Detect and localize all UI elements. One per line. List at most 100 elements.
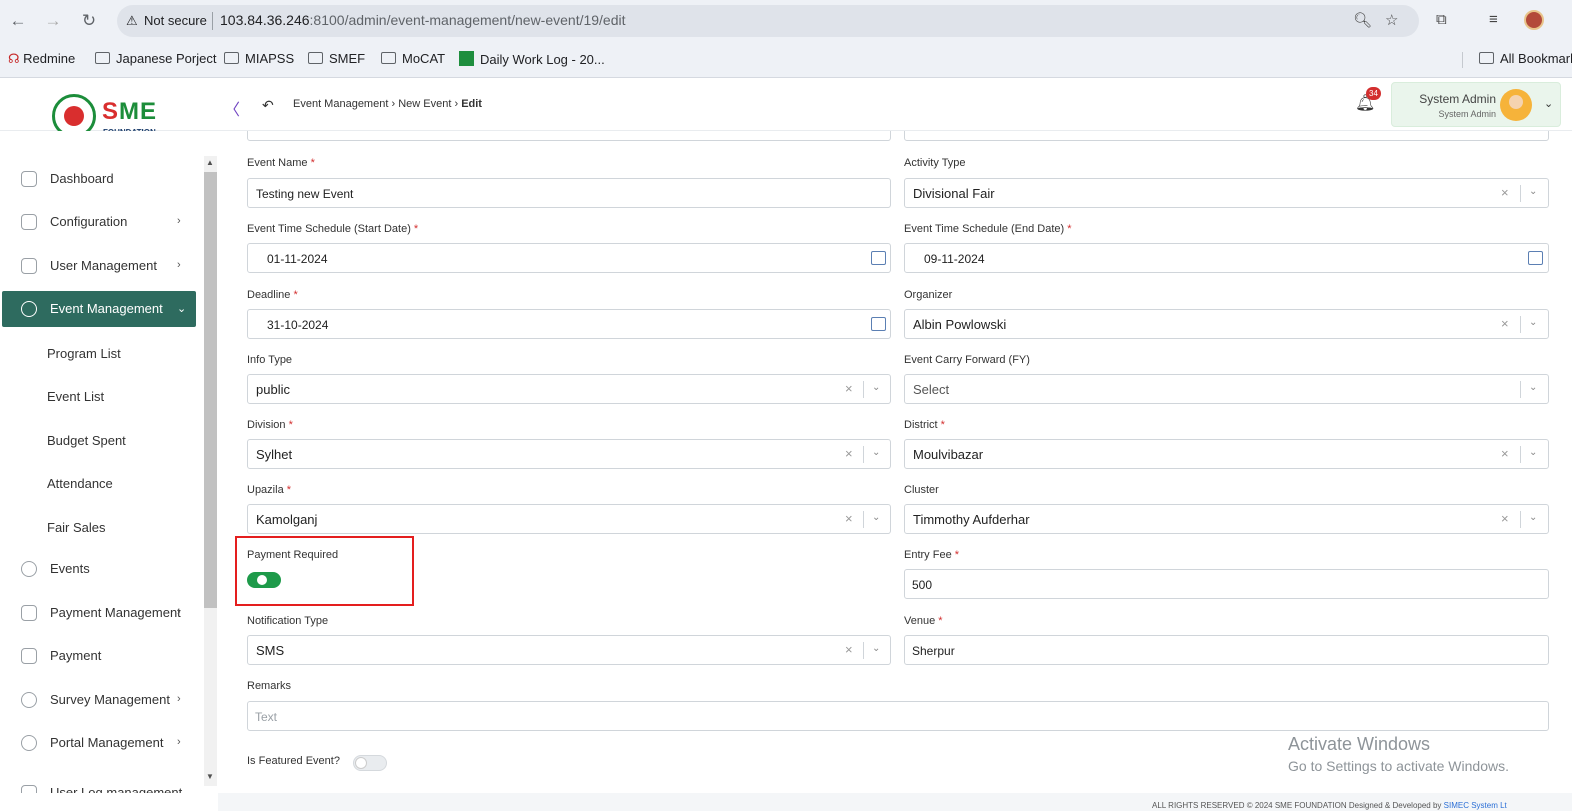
remarks-textarea[interactable]: Text	[247, 701, 1549, 731]
back-arrow-icon[interactable]: ←	[8, 11, 28, 31]
activity-type-select[interactable]: Divisional Fair × ⌄	[904, 178, 1549, 208]
breadcrumb-edit: Edit	[461, 98, 482, 110]
clear-icon[interactable]: ×	[845, 381, 853, 396]
chevron-down-icon: ⌄	[1529, 512, 1538, 523]
chevron-down-icon: ⌄	[177, 303, 187, 315]
user-avatar	[1500, 89, 1532, 121]
clear-icon[interactable]: ×	[845, 446, 853, 461]
notification-type-label: Notification Type	[247, 615, 329, 627]
pie-chart-icon	[21, 692, 37, 708]
footer-developer-link[interactable]: SIMEC System Lt	[1444, 801, 1507, 810]
payment-icon	[21, 605, 37, 621]
not-secure-label: Not secure	[144, 13, 207, 28]
sidebar-item-configuration[interactable]: Configuration ›	[2, 204, 196, 240]
sidebar-item-dashboard[interactable]: Dashboard	[2, 161, 196, 197]
bookmark-japanese-porject[interactable]: Japanese Porject	[95, 51, 216, 66]
venue-input[interactable]: Sherpur	[904, 635, 1549, 665]
folder-icon	[308, 52, 323, 64]
event-name-input[interactable]: Testing new Event	[247, 178, 891, 208]
start-date-input[interactable]: 01-11-2024	[247, 243, 891, 273]
sidebar: Dashboard Configuration › User Management…	[0, 131, 218, 811]
bookmark-redmine[interactable]: ☊ Redmine	[8, 51, 75, 67]
address-bar[interactable]: ⚠ Not secure 103.84.36.246:8100/admin/ev…	[117, 5, 1419, 37]
bookmark-all[interactable]: All Bookmarks	[1479, 51, 1572, 66]
calendar-icon[interactable]	[871, 317, 886, 331]
end-date-input[interactable]: 09-11-2024	[904, 243, 1549, 273]
deadline-input[interactable]: 31-10-2024	[247, 309, 891, 339]
sidebar-sub-budget-spent[interactable]: Budget Spent	[47, 433, 126, 448]
end-date-label: Event Time Schedule (End Date) *	[904, 223, 1072, 235]
clear-icon[interactable]: ×	[845, 642, 853, 657]
clear-icon[interactable]: ×	[1501, 446, 1509, 461]
clear-icon[interactable]: ×	[845, 511, 853, 526]
sidebar-sub-attendance[interactable]: Attendance	[47, 476, 113, 491]
deadline-label: Deadline *	[247, 289, 298, 301]
calendar-icon[interactable]	[1528, 251, 1543, 265]
scroll-up-icon: ▲	[206, 158, 214, 167]
configuration-icon	[21, 214, 37, 230]
sme-logo[interactable]: SME	[102, 98, 157, 126]
clear-icon[interactable]: ×	[1501, 316, 1509, 331]
partial-select-top-left[interactable]	[247, 131, 891, 141]
bookmark-miapss[interactable]: MIAPSS	[224, 51, 294, 66]
is-featured-toggle[interactable]	[353, 755, 387, 771]
chevron-right-icon: ›	[177, 606, 181, 618]
start-date-label: Event Time Schedule (Start Date) *	[247, 223, 419, 235]
folder-icon	[224, 52, 239, 64]
clear-icon[interactable]: ×	[1501, 511, 1509, 526]
user-menu[interactable]: System Admin System Admin ⌄	[1391, 82, 1561, 127]
sidebar-item-event-management[interactable]: Event Management ⌄	[2, 291, 196, 327]
warning-icon: ⚠	[126, 13, 138, 28]
sidebar-item-survey-management[interactable]: Survey Management ›	[2, 682, 196, 718]
sidebar-sub-program-list[interactable]: Program List	[47, 346, 121, 361]
scrollbar-thumb[interactable]	[204, 172, 217, 608]
undo-back-icon[interactable]: ↶	[262, 97, 274, 114]
sidebar-item-user-management[interactable]: User Management ›	[2, 248, 196, 284]
sidebar-item-payment-management[interactable]: Payment Management ›	[2, 595, 196, 631]
extensions-icon[interactable]: ⧉	[1436, 11, 1447, 28]
sidebar-collapse-icon[interactable]: 〈	[224, 96, 240, 120]
reload-icon[interactable]: ↻	[79, 11, 99, 31]
chevron-down-icon: ⌄	[1529, 382, 1538, 393]
payment-required-label: Payment Required	[247, 549, 339, 561]
omnibox-divider	[212, 12, 213, 30]
district-select[interactable]: Moulvibazar × ⌄	[904, 439, 1549, 469]
payment-required-toggle[interactable]	[247, 572, 281, 588]
sidebar-item-events[interactable]: Events	[2, 551, 196, 587]
portal-icon	[21, 735, 37, 751]
upazila-select[interactable]: Kamolganj × ⌄	[247, 504, 891, 534]
carry-forward-select[interactable]: Select ⌄	[904, 374, 1549, 404]
profile-avatar-icon[interactable]	[1524, 10, 1544, 30]
clear-icon[interactable]: ×	[1501, 185, 1509, 200]
sidebar-item-portal-management[interactable]: Portal Management ›	[2, 725, 196, 761]
bookmark-mocat[interactable]: MoCAT	[381, 51, 445, 66]
chevron-down-icon[interactable]: ⌄	[1544, 97, 1553, 110]
entry-fee-input[interactable]: 500	[904, 569, 1549, 599]
breadcrumb-event-management[interactable]: Event Management	[293, 98, 388, 110]
forward-arrow-icon[interactable]: →	[43, 11, 63, 31]
sidebar-sub-fair-sales[interactable]: Fair Sales	[47, 520, 106, 535]
breadcrumb-new-event[interactable]: New Event	[398, 98, 451, 110]
chevron-down-icon: ⌄	[1529, 317, 1538, 328]
browser-toolbar: ← → ↻ ⚠ Not secure 103.84.36.246:8100/ad…	[0, 0, 1572, 42]
sidebar-item-payment[interactable]: Payment	[2, 638, 196, 674]
bookmark-daily-work-log[interactable]: Daily Work Log - 20...	[459, 51, 605, 67]
partial-select-top-right[interactable]	[904, 131, 1549, 141]
media-icon[interactable]: ≡	[1489, 11, 1498, 28]
url-text[interactable]: 103.84.36.246:8100/admin/event-managemen…	[220, 12, 626, 28]
activity-type-label: Activity Type	[904, 157, 966, 169]
cluster-label: Cluster	[904, 484, 939, 496]
star-icon[interactable]: ☆	[1385, 11, 1398, 29]
notification-type-select[interactable]: SMS × ⌄	[247, 635, 891, 665]
sidebar-scrollbar[interactable]: ▲ ▼	[204, 156, 217, 786]
division-select[interactable]: Sylhet × ⌄	[247, 439, 891, 469]
bookmark-smef[interactable]: SMEF	[308, 51, 365, 66]
cluster-select[interactable]: Timmothy Aufderhar × ⌄	[904, 504, 1549, 534]
zoom-icon[interactable]: 🔍︎	[1353, 11, 1372, 29]
sidebar-sub-event-list[interactable]: Event List	[47, 389, 104, 404]
calendar-icon[interactable]	[871, 251, 886, 265]
breadcrumb: Event Management › New Event › Edit	[293, 98, 482, 110]
sidebar-item-user-log-management[interactable]: User Log management	[2, 775, 196, 793]
info-type-select[interactable]: public × ⌄	[247, 374, 891, 404]
organizer-select[interactable]: Albin Powlowski × ⌄	[904, 309, 1549, 339]
